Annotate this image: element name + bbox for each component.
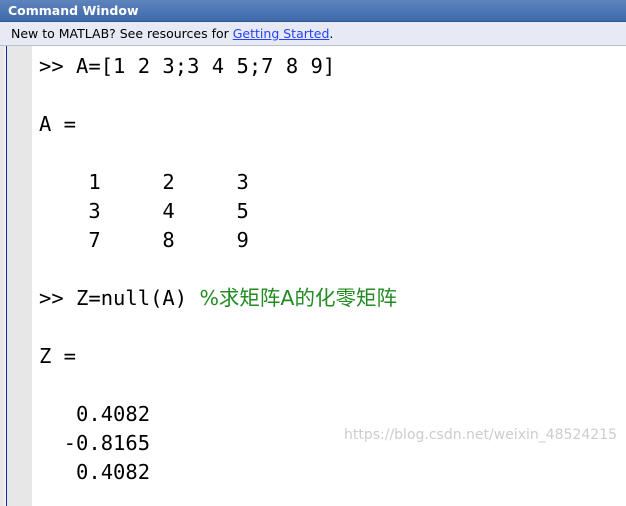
matlab-command-window: Command Window New to MATLAB? See resour… [0,0,626,506]
getting-started-link[interactable]: Getting Started [233,26,330,41]
matrix-row: 3 4 5 [39,199,249,223]
z-vector-row: 0.4082 [39,460,151,484]
variable-z-label: Z = [39,344,77,368]
matrix-row: 7 8 9 [39,228,249,252]
null-command: >> Z=null(A) [39,286,200,310]
command-window-gutter-stripe [4,46,7,506]
command-line-z: >> Z=null(A) %求矩阵A的化零矩阵 [39,284,397,313]
new-user-info-bar: New to MATLAB? See resources for Getting… [0,22,626,46]
info-suffix: . [329,26,334,41]
csdn-watermark: https://blog.csdn.net/weixin_48524215 [343,427,617,443]
title-bar: Command Window [0,0,626,22]
command-line-a: >> A=[1 2 3;3 4 5;7 8 9] [39,54,336,78]
matlab-comment: %求矩阵A的化零矩阵 [199,286,397,310]
window-title: Command Window [8,3,139,18]
z-vector-row: 0.4082 [39,402,151,426]
z-vector-row: -0.8165 [39,431,151,455]
variable-a-label: A = [39,112,77,136]
info-text: New to MATLAB? See resources for [11,26,233,41]
matrix-row: 1 2 3 [39,170,249,194]
